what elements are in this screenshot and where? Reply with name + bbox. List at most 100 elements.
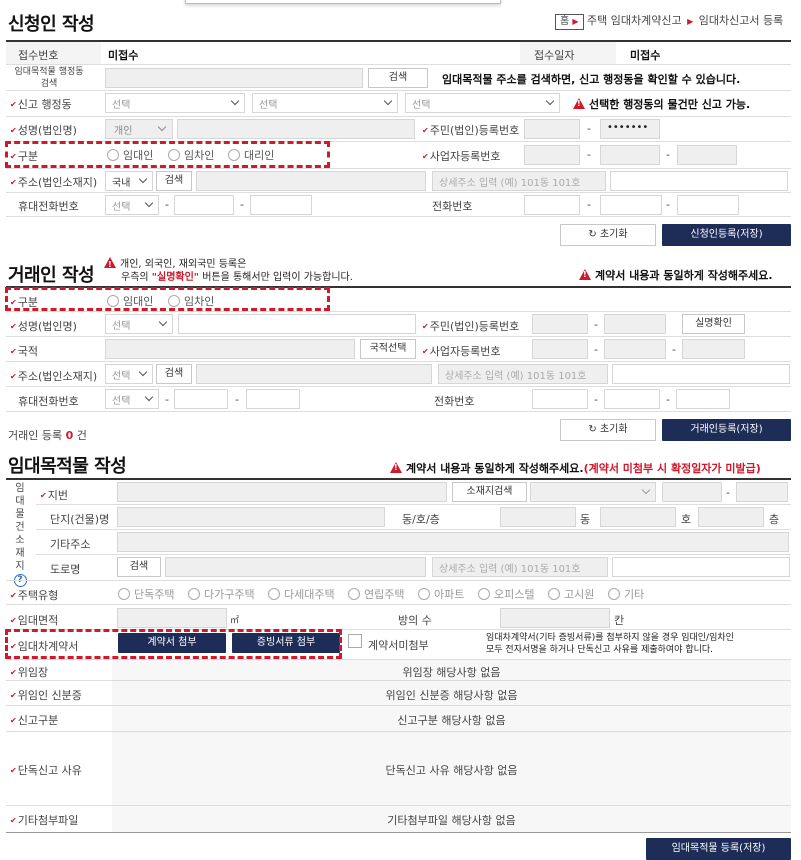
contract-note-line-2: 모두 전자서명을 하거나 단독신고 사유를 제출하여야 합니다. (486, 645, 714, 655)
rooms-input[interactable] (500, 608, 610, 628)
select-placeholder: 선택 (112, 371, 131, 382)
count-suffix: 건 (76, 429, 87, 442)
cp-mobile-last[interactable] (246, 389, 300, 409)
receipt-date-value: 미접수 (630, 49, 661, 62)
cp-reg-no-back[interactable] (604, 314, 666, 334)
cp-phone-1[interactable] (532, 389, 588, 409)
reg-no-back-input[interactable]: ••••••• (600, 119, 660, 139)
reg-no-front-input[interactable] (524, 119, 580, 139)
country-select[interactable]: 국내 (105, 171, 153, 191)
ho-input[interactable] (600, 507, 676, 527)
cp-address-search-button[interactable]: 검색 (156, 364, 192, 384)
nationality-select-button[interactable]: 국적선택 (360, 339, 416, 359)
cp-name-type-select[interactable]: 선택 (105, 314, 173, 334)
phone-input-2[interactable] (600, 195, 662, 215)
cp-name-input[interactable] (178, 314, 416, 334)
cp-address-detail-input[interactable]: 상세주소 입력 (예) 101동 101호 (438, 364, 608, 384)
house-type-radio[interactable]: 연립주택 (348, 586, 404, 602)
contract-note: 임대차계약서(기타 증빙서류)를 첨부하지 않을 경우 임대인/임차인 모두 전… (486, 632, 734, 656)
nationality-input[interactable] (105, 339, 355, 359)
admin-dong-select-1[interactable]: 선택 (105, 93, 245, 113)
house-type-radio[interactable]: 아파트 (418, 586, 464, 602)
admin-dong-select-3[interactable]: 선택 (405, 93, 560, 113)
floor-input[interactable] (698, 507, 764, 527)
no-contract-checkbox[interactable] (348, 634, 362, 648)
home-link-label: 홈 (560, 16, 570, 27)
cp-phone-2[interactable] (604, 389, 660, 409)
counterparty-count: 거래인 등록 0 건 (8, 427, 87, 443)
dash-separator: - (240, 198, 244, 211)
applicant-reset-button[interactable]: ↻ 초기화 (560, 224, 656, 246)
dong-input[interactable] (500, 507, 576, 527)
other-address-input[interactable] (117, 532, 789, 552)
road-extra-input[interactable] (612, 557, 790, 577)
divider (36, 529, 791, 530)
home-link[interactable]: 홈 ▶ (555, 14, 584, 30)
address-input[interactable] (196, 171, 426, 191)
cp-mobile-prefix[interactable]: 선택 (105, 389, 159, 409)
cp-address-extra-input[interactable] (612, 364, 790, 384)
lot-search-button[interactable]: 소재지검색 (452, 482, 527, 502)
cp-biz-no-2[interactable] (604, 339, 666, 359)
road-detail-input[interactable]: 상세주소 입력 (예) 101동 101호 (432, 557, 608, 577)
lot-select-1[interactable] (530, 482, 656, 502)
cp-biz-no-1[interactable] (532, 339, 588, 359)
address-detail-input[interactable]: 상세주소 입력 (예) 101동 101호 (432, 171, 606, 191)
admin-dong-select-2[interactable]: 선택 (252, 93, 398, 113)
house-type-radio[interactable]: 다가구주택 (188, 586, 255, 602)
cp-reg-no-front[interactable] (532, 314, 588, 334)
name-input[interactable] (177, 119, 415, 139)
name-type-select[interactable]: 개인 (105, 119, 173, 139)
dash-separator: - (594, 393, 598, 406)
mobile-last-input[interactable] (250, 195, 312, 215)
divider (6, 90, 791, 91)
cp-mobile-mid[interactable] (174, 389, 228, 409)
biz-no-input-3[interactable] (677, 145, 737, 165)
highlight-box (5, 141, 330, 168)
cp-biz-no-3[interactable] (682, 339, 745, 359)
count-prefix: 거래인 등록 (8, 429, 63, 442)
mobile-mid-input[interactable] (174, 195, 234, 215)
address-detail-placeholder: 상세주소 입력 (예) 101동 101호 (445, 371, 587, 382)
applicant-save-button[interactable]: 신청인등록(저장) (662, 224, 791, 246)
biz-no-input-2[interactable] (600, 145, 660, 165)
mobile-label: 휴대전화번호 (18, 200, 79, 213)
house-type-radio[interactable]: 기타 (608, 586, 644, 602)
address-search-input[interactable] (105, 68, 363, 88)
counterparty-section-title: 거래인 작성 (8, 265, 95, 286)
address-search-button[interactable]: 검색 (156, 171, 192, 191)
cp-address-input[interactable] (196, 364, 432, 384)
verify-name-button[interactable]: 실명확인 (682, 314, 745, 334)
road-detail-placeholder: 상세주소 입력 (예) 101동 101호 (439, 564, 581, 575)
address-extra-input[interactable] (610, 171, 788, 191)
area-input[interactable] (117, 608, 227, 628)
divider (6, 168, 791, 169)
phone-input-1[interactable] (524, 195, 580, 215)
address-label: 주소(법인소재지) (10, 174, 97, 190)
lot-input-2[interactable] (662, 482, 722, 502)
select-placeholder: 선택 (112, 396, 131, 407)
road-input[interactable] (165, 557, 426, 577)
biz-no-input-1[interactable] (524, 145, 580, 165)
cp-phone-3[interactable] (676, 389, 730, 409)
breadcrumb-item[interactable]: 임대차신고서 등록 (699, 14, 783, 27)
mobile-prefix-select[interactable]: 선택 (105, 195, 159, 215)
house-type-radio[interactable]: 고시원 (548, 586, 594, 602)
cp-country-select[interactable]: 선택 (105, 364, 153, 384)
dash-separator: - (672, 343, 676, 356)
house-type-radio[interactable]: 다세대주택 (268, 586, 335, 602)
lot-input-3[interactable] (736, 482, 788, 502)
counterparty-reset-button[interactable]: ↻ 초기화 (560, 419, 656, 441)
breadcrumb-item[interactable]: 주택 임대차계약신고 (587, 14, 682, 27)
divider (6, 192, 791, 193)
counterparty-save-button[interactable]: 거래인등록(저장) (662, 419, 791, 441)
cp-address-label: 주소(법인소재지) (10, 368, 97, 384)
address-search-button[interactable]: 검색 (368, 68, 428, 88)
property-save-button[interactable]: 임대목적물 등록(저장) (646, 838, 791, 860)
house-type-radio[interactable]: 단독주택 (118, 586, 174, 602)
road-search-button[interactable]: 검색 (117, 557, 161, 577)
house-type-radio[interactable]: 오피스텔 (478, 586, 534, 602)
complex-input[interactable] (117, 507, 385, 527)
lot-input[interactable] (117, 482, 447, 502)
phone-input-3[interactable] (677, 195, 739, 215)
